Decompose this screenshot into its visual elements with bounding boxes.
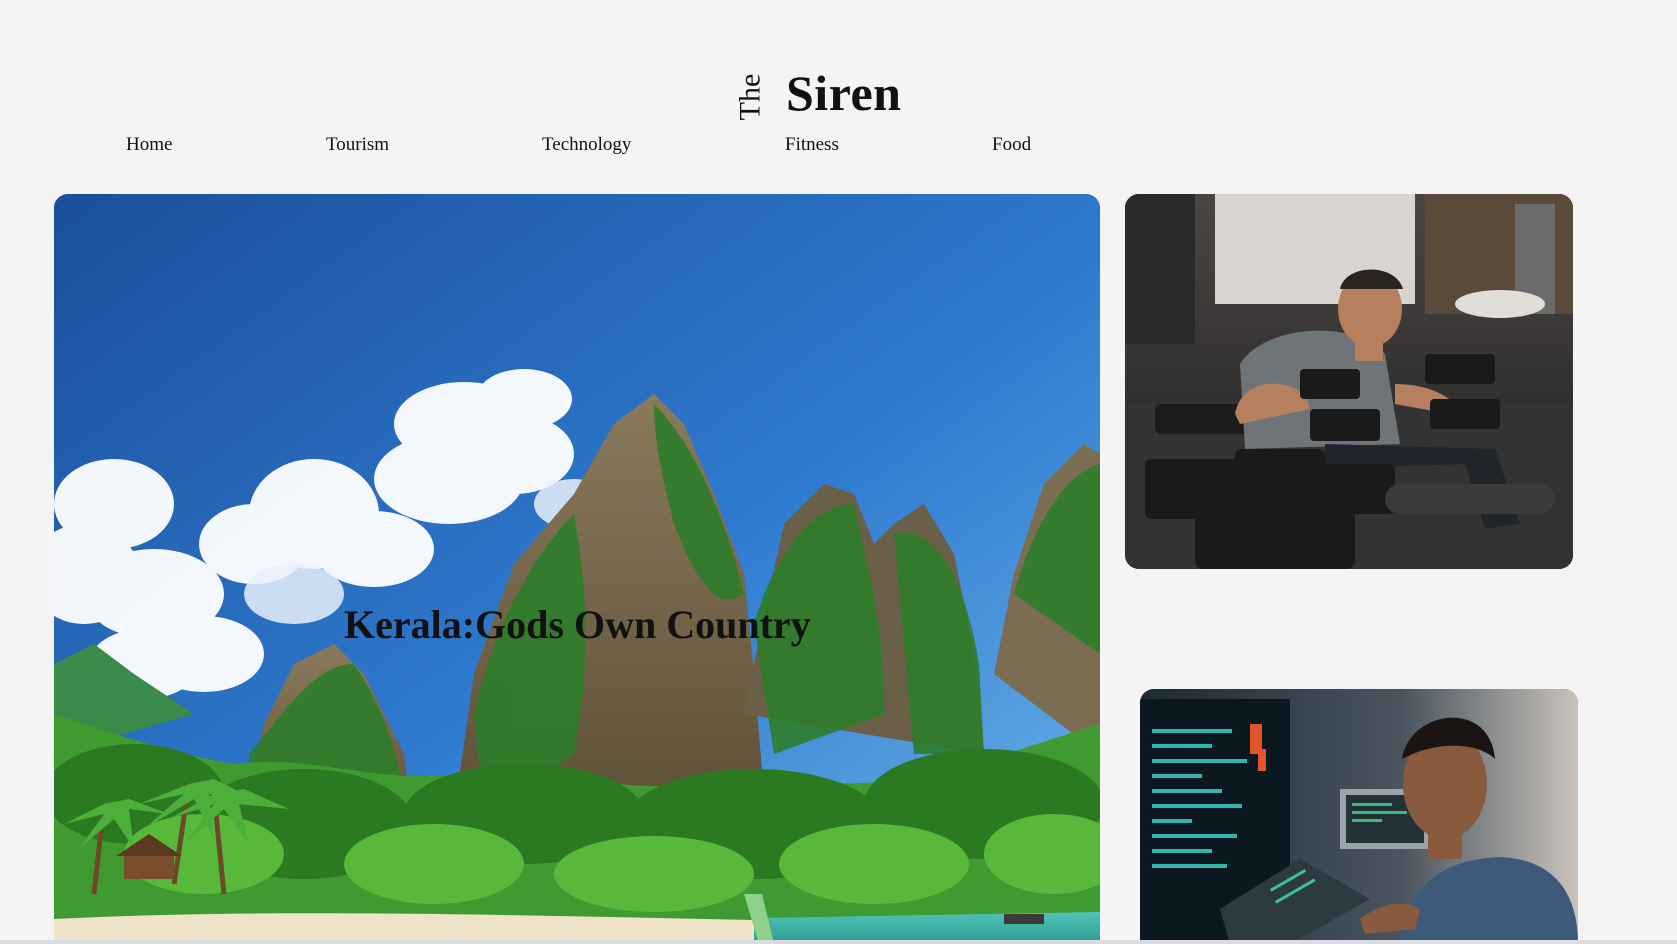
featured-article-card[interactable]: Kerala:Gods Own Country — [54, 194, 1100, 944]
nav-item-food[interactable]: Food — [992, 132, 1031, 158]
logo-the-text: The — [733, 73, 767, 121]
nav-item-fitness[interactable]: Fitness — [785, 132, 839, 158]
site-header: The Siren — [0, 0, 1677, 130]
nav-item-tourism[interactable]: Tourism — [326, 132, 389, 158]
site-logo-title[interactable]: Siren — [786, 64, 902, 122]
fitness-article-card[interactable] — [1125, 194, 1573, 569]
nav-item-technology[interactable]: Technology — [542, 132, 631, 158]
featured-article-title[interactable]: Kerala:Gods Own Country — [344, 601, 811, 649]
developer-computer-image — [1140, 689, 1578, 944]
nav-item-home[interactable]: Home — [126, 132, 172, 158]
horizontal-scrollbar[interactable] — [0, 940, 1677, 944]
kerala-landscape-image — [54, 194, 1100, 944]
main-nav: Home Tourism Technology Fitness Food — [0, 132, 1200, 158]
gym-dumbbells-image — [1125, 194, 1573, 569]
technology-article-card[interactable] — [1140, 689, 1578, 944]
